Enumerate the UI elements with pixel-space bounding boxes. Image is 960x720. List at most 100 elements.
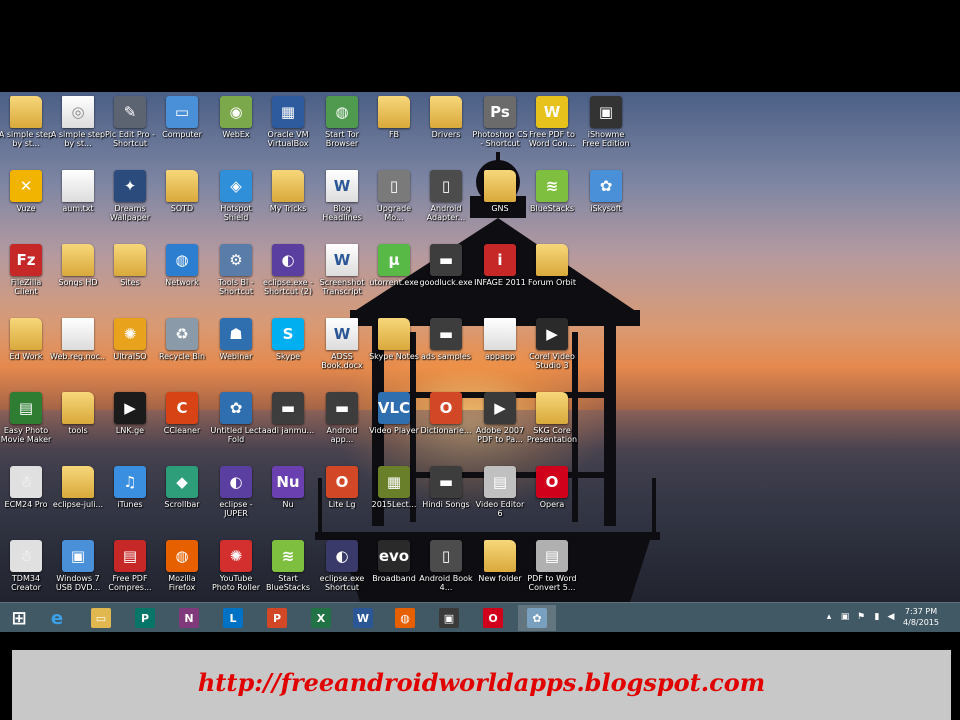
desktop-icon[interactable]: ▶ Adobe 2007 PDF to Pa... (472, 390, 528, 462)
desktop-icon[interactable]: ▤ Free PDF Compres... (102, 538, 158, 602)
desktop-icon[interactable]: ✿ Untitled Lect Fold (208, 390, 264, 462)
desktop-icon[interactable]: Ps Photoshop CS - Shortcut (472, 94, 528, 166)
desktop-icon[interactable]: ◐ eclipse - JUPER (208, 464, 264, 536)
desktop-icon[interactable]: Forum Orbit (524, 242, 580, 314)
desktop-icon-label: Oracle VM VirtualBox (267, 130, 309, 148)
chevron-up-icon[interactable]: ▴ (824, 611, 834, 623)
desktop-icon[interactable]: ▬ aadi janmu... (260, 390, 316, 462)
start-button[interactable]: ⊞ (0, 605, 38, 631)
desktop-icon[interactable]: ▯ Android Book 4... (418, 538, 474, 602)
desktop[interactable]: A simple step by st... ◎ A simple step by … (0, 92, 960, 602)
taskbar-publisher[interactable]: P (126, 605, 164, 631)
taskbar-word[interactable]: W (344, 605, 382, 631)
desktop-icon[interactable]: ▤ Video Editor 6 (472, 464, 528, 536)
desktop-icon[interactable]: A simple step by st... (0, 94, 54, 166)
desktop-icon[interactable]: SKG Core Presentation (524, 390, 580, 462)
taskbar-excel[interactable]: X (302, 605, 340, 631)
clock[interactable]: 7:37 PM 4/8/2015 (896, 606, 946, 628)
desktop-icon[interactable]: ▬ goodluck.exe (418, 242, 474, 314)
taskbar-active[interactable]: ✿ (518, 605, 556, 631)
desktop-icon[interactable]: ☗ Webinar (208, 316, 264, 388)
desktop-icon[interactable]: Fz FileZilla Client (0, 242, 54, 314)
desktop-icon[interactable]: SOTD (154, 168, 210, 240)
desktop-icon[interactable]: ≋ Start BlueStacks (260, 538, 316, 602)
desktop-icon[interactable]: ◍ Network (154, 242, 210, 314)
desktop-icon[interactable]: My Tricks (260, 168, 316, 240)
desktop-icon[interactable]: ☃ ECM24 Pro (0, 464, 54, 536)
desktop-icon[interactable]: ◍ Mozilla Firefox (154, 538, 210, 602)
desktop-icon[interactable]: ▤ PDF to Word Convert 5... (524, 538, 580, 602)
desktop-icon[interactable]: i INFAGE 2011 (472, 242, 528, 314)
desktop-icon[interactable]: Songs HD (50, 242, 106, 314)
desktop-icon[interactable]: aum.txt (50, 168, 106, 240)
desktop-icon[interactable]: ◍ Start Tor Browser (314, 94, 370, 166)
desktop-icon[interactable]: ▦ Oracle VM VirtualBox (260, 94, 316, 166)
desktop-icon[interactable]: ☃ TDM34 Creator (0, 538, 54, 602)
taskbar-onenote[interactable]: N (170, 605, 208, 631)
desktop-icon[interactable]: ▭ Computer (154, 94, 210, 166)
desktop-icon[interactable]: ✎ Pic Edit Pro - Shortcut (102, 94, 158, 166)
desktop-icon[interactable]: ▬ Hindi Songs (418, 464, 474, 536)
desktop-icon[interactable]: ▯ Android Adapter... (418, 168, 474, 240)
desktop-icon[interactable]: Skype Notes (366, 316, 422, 388)
network-tray-icon[interactable]: ▣ (840, 611, 850, 623)
desktop-icon[interactable]: ⚙ Tools Bi - Shortcut (208, 242, 264, 314)
desktop-icon[interactable]: Web.reg.noc... (50, 316, 106, 388)
desktop-icon[interactable]: VLC Video Player (366, 390, 422, 462)
desktop-icon[interactable]: appapp (472, 316, 528, 388)
desktop-icon[interactable]: ♻ Recycle Bin (154, 316, 210, 388)
desktop-icon[interactable]: W Blog Headlines (314, 168, 370, 240)
desktop-icon[interactable]: ▣ iShowme Free Edition (578, 94, 634, 166)
desktop-icon[interactable]: O Lite Lg (314, 464, 370, 536)
taskbar-explorer[interactable]: ▭ (82, 605, 120, 631)
desktop-icon[interactable]: ▦ 2015Lect... (366, 464, 422, 536)
taskbar-opera[interactable]: O (474, 605, 512, 631)
desktop-icon[interactable]: W Screenshot Transcript (314, 242, 370, 314)
desktop-icon[interactable]: New folder (472, 538, 528, 602)
battery-icon[interactable]: ▮ (872, 611, 882, 623)
desktop-icon[interactable]: ✕ Vuze (0, 168, 54, 240)
desktop-icon[interactable]: ◎ A simple step by st... (50, 94, 106, 166)
taskbar-app[interactable]: ▣ (430, 605, 468, 631)
desktop-icon[interactable]: ▬ ads samples (418, 316, 474, 388)
desktop-icon[interactable]: ◉ WebEx (208, 94, 264, 166)
desktop-icon[interactable]: ◐ eclipse.exe - Shortcut (2) (260, 242, 316, 314)
desktop-icon[interactable]: ✿ iSkysoft (578, 168, 634, 240)
desktop-icon[interactable]: Drivers (418, 94, 474, 166)
taskbar-powerpoint[interactable]: P (258, 605, 296, 631)
desktop-icon[interactable]: ✺ YouTube Photo Roller (208, 538, 264, 602)
desktop-icon[interactable]: ≋ BlueStacks (524, 168, 580, 240)
desktop-icon[interactable]: µ utorrent.exe (366, 242, 422, 314)
taskbar-lync[interactable]: L (214, 605, 252, 631)
desktop-icon[interactable]: O Dictionarie... (418, 390, 474, 462)
taskbar-ie[interactable]: e (38, 605, 76, 631)
desktop-icon[interactable]: Ed Work (0, 316, 54, 388)
desktop-icon[interactable]: W ADSS Book.docx (314, 316, 370, 388)
desktop-icon[interactable]: ◐ eclipse.exe Shortcut (314, 538, 370, 602)
desktop-icon[interactable]: ▶ LNK.ge (102, 390, 158, 462)
desktop-icon[interactable]: FB (366, 94, 422, 166)
desktop-icon[interactable]: W Free PDF to Word Con... (524, 94, 580, 166)
desktop-icon[interactable]: ▤ Easy Photo Movie Maker (0, 390, 54, 462)
desktop-icon[interactable]: ✦ Dreams Wallpaper (102, 168, 158, 240)
desktop-icon[interactable]: C CCleaner (154, 390, 210, 462)
desktop-icon[interactable]: Sites (102, 242, 158, 314)
desktop-icon[interactable]: ◈ Hotspot Shield (208, 168, 264, 240)
desktop-icon[interactable]: tools (50, 390, 106, 462)
desktop-icon[interactable]: eclipse-juli... (50, 464, 106, 536)
desktop-icon[interactable]: evo Broadband (366, 538, 422, 602)
desktop-icon[interactable]: GNS (472, 168, 528, 240)
desktop-icon[interactable]: ▬ Android app... (314, 390, 370, 462)
taskbar-firefox[interactable]: ◍ (386, 605, 424, 631)
volume-icon[interactable]: ◀ (886, 611, 896, 623)
desktop-icon[interactable]: ▣ Windows 7 USB DVD... (50, 538, 106, 602)
desktop-icon[interactable]: ✺ UltraISO (102, 316, 158, 388)
desktop-icon[interactable]: ◆ Scrollbar (154, 464, 210, 536)
flag-icon[interactable]: ⚑ (856, 611, 866, 623)
desktop-icon[interactable]: O Opera (524, 464, 580, 536)
desktop-icon[interactable]: S Skype (260, 316, 316, 388)
desktop-icon[interactable]: ▶ Corel Video Studio 3 (524, 316, 580, 388)
desktop-icon[interactable]: ▯ Upgrade Mo... (366, 168, 422, 240)
desktop-icon[interactable]: ♫ iTunes (102, 464, 158, 536)
desktop-icon[interactable]: Nu Nu (260, 464, 316, 536)
